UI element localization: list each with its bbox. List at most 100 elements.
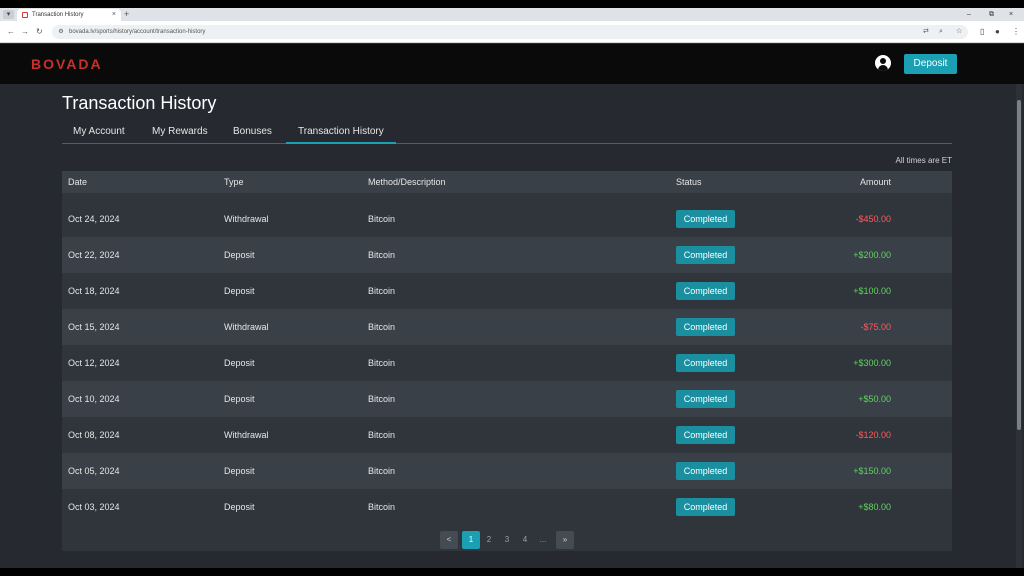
row-amount: -$450.00 — [855, 214, 891, 224]
tab-my-account[interactable]: My Account — [73, 122, 125, 144]
translate-icon[interactable]: ⇄ — [923, 25, 929, 39]
table-row: Oct 05, 2024 Deposit Bitcoin Completed +… — [62, 453, 952, 489]
status-badge: Completed — [676, 246, 735, 264]
account-subnav: My Account My Rewards Bonuses Transactio… — [62, 122, 952, 144]
zoom-icon[interactable]: ⌕ — [939, 25, 943, 39]
bovada-logo[interactable]: BOVADA — [31, 55, 103, 73]
site-info-icon[interactable]: ⚙ — [57, 28, 65, 36]
row-amount: +$100.00 — [853, 286, 891, 296]
minimize-icon[interactable]: – — [967, 8, 971, 21]
row-date: Oct 03, 2024 — [68, 502, 120, 512]
row-method: Bitcoin — [368, 214, 396, 224]
reload-icon[interactable]: ↻ — [36, 26, 43, 38]
row-amount: +$50.00 — [858, 394, 891, 404]
row-type: Deposit — [224, 358, 255, 368]
menu-kebab-icon[interactable]: ⋮ — [1012, 26, 1020, 38]
page-button-2[interactable]: 2 — [480, 531, 498, 549]
row-date: Oct 08, 2024 — [68, 430, 120, 440]
browser-tab-strip: ▾ Transaction History × + – ⧉ × — [0, 8, 1024, 21]
prev-page-button[interactable]: < — [440, 531, 458, 549]
row-type: Deposit — [224, 286, 255, 296]
table-row: Oct 08, 2024 Withdrawal Bitcoin Complete… — [62, 417, 952, 453]
status-badge: Completed — [676, 210, 735, 228]
url-text[interactable]: bovada.lv/sports/history/account/transac… — [69, 25, 205, 39]
header-status: Status — [676, 177, 702, 187]
favicon-icon — [22, 12, 28, 18]
row-date: Oct 24, 2024 — [68, 214, 120, 224]
browser-toolbar: ← → ↻ ⚙ bovada.lv/sports/history/account… — [0, 21, 1024, 43]
table-row: Oct 15, 2024 Withdrawal Bitcoin Complete… — [62, 309, 952, 345]
close-tab-icon[interactable]: × — [112, 10, 116, 20]
table-header: Date Type Method/Description Status Amou… — [62, 171, 952, 193]
account-user-icon[interactable] — [875, 55, 891, 71]
table-row: Oct 12, 2024 Deposit Bitcoin Completed +… — [62, 345, 952, 381]
table-row: Oct 03, 2024 Deposit Bitcoin Completed +… — [62, 489, 952, 525]
maximize-icon[interactable]: ⧉ — [989, 8, 994, 21]
row-date: Oct 18, 2024 — [68, 286, 120, 296]
tab-bonuses[interactable]: Bonuses — [233, 122, 272, 144]
forward-icon[interactable]: → — [21, 26, 29, 38]
status-badge: Completed — [676, 282, 735, 300]
bookmark-star-icon[interactable]: ☆ — [956, 25, 962, 39]
table-row: Oct 10, 2024 Deposit Bitcoin Completed +… — [62, 381, 952, 417]
site-header: BOVADA Deposit — [0, 44, 1024, 84]
row-method: Bitcoin — [368, 250, 396, 260]
profile-avatar-icon[interactable]: ● — [995, 26, 1000, 38]
row-date: Oct 22, 2024 — [68, 250, 120, 260]
close-window-icon[interactable]: × — [1009, 8, 1013, 21]
new-tab-icon[interactable]: + — [124, 8, 129, 21]
transactions-table: Date Type Method/Description Status Amou… — [62, 171, 952, 551]
sidebar-icon[interactable]: ▯ — [980, 26, 984, 38]
row-method: Bitcoin — [368, 430, 396, 440]
row-method: Bitcoin — [368, 466, 396, 476]
next-page-button[interactable]: » — [556, 531, 574, 549]
browser-window: ▾ Transaction History × + – ⧉ × ← → ↻ ⚙ … — [0, 8, 1024, 568]
row-method: Bitcoin — [368, 286, 396, 296]
page-button-1[interactable]: 1 — [462, 531, 480, 549]
row-amount: +$200.00 — [853, 250, 891, 260]
row-type: Deposit — [224, 394, 255, 404]
timezone-note: All times are ET — [895, 156, 952, 165]
browser-tab[interactable]: Transaction History × — [17, 9, 121, 21]
header-amount: Amount — [859, 177, 891, 187]
scrollbar-thumb[interactable] — [1017, 100, 1021, 430]
row-type: Withdrawal — [224, 430, 269, 440]
user-icon-head — [880, 58, 886, 64]
address-bar[interactable]: ⚙ bovada.lv/sports/history/account/trans… — [52, 25, 968, 39]
deposit-button[interactable]: Deposit — [904, 54, 957, 74]
table-row: Oct 22, 2024 Deposit Bitcoin Completed +… — [62, 237, 952, 273]
row-type: Withdrawal — [224, 322, 269, 332]
row-type: Withdrawal — [224, 214, 269, 224]
row-amount: +$150.00 — [853, 466, 891, 476]
row-date: Oct 05, 2024 — [68, 466, 120, 476]
status-badge: Completed — [676, 390, 735, 408]
header-method: Method/Description — [368, 177, 446, 187]
table-row: Oct 24, 2024 Withdrawal Bitcoin Complete… — [62, 201, 952, 237]
page-button-4[interactable]: 4 — [516, 531, 534, 549]
table-row: Oct 18, 2024 Deposit Bitcoin Completed +… — [62, 273, 952, 309]
status-badge: Completed — [676, 462, 735, 480]
row-amount: -$120.00 — [855, 430, 891, 440]
row-method: Bitcoin — [368, 358, 396, 368]
status-badge: Completed — [676, 498, 735, 516]
tab-transaction-history[interactable]: Transaction History — [286, 122, 396, 144]
tab-my-rewards[interactable]: My Rewards — [152, 122, 208, 144]
pagination: < 1 2 3 4 ... » — [440, 531, 576, 549]
status-badge: Completed — [676, 426, 735, 444]
row-method: Bitcoin — [368, 322, 396, 332]
header-date: Date — [68, 177, 88, 187]
page-title: Transaction History — [62, 93, 217, 113]
browser-tab-title: Transaction History — [32, 12, 84, 18]
row-date: Oct 12, 2024 — [68, 358, 120, 368]
page-scrollbar[interactable] — [1016, 84, 1022, 568]
row-method: Bitcoin — [368, 394, 396, 404]
row-date: Oct 10, 2024 — [68, 394, 120, 404]
tab-search-icon[interactable]: ▾ — [3, 10, 14, 19]
row-date: Oct 15, 2024 — [68, 322, 120, 332]
status-badge: Completed — [676, 354, 735, 372]
status-badge: Completed — [676, 318, 735, 336]
row-amount: +$80.00 — [858, 502, 891, 512]
pagination-ellipsis: ... — [539, 535, 547, 544]
page-button-3[interactable]: 3 — [498, 531, 516, 549]
back-icon[interactable]: ← — [7, 26, 15, 38]
